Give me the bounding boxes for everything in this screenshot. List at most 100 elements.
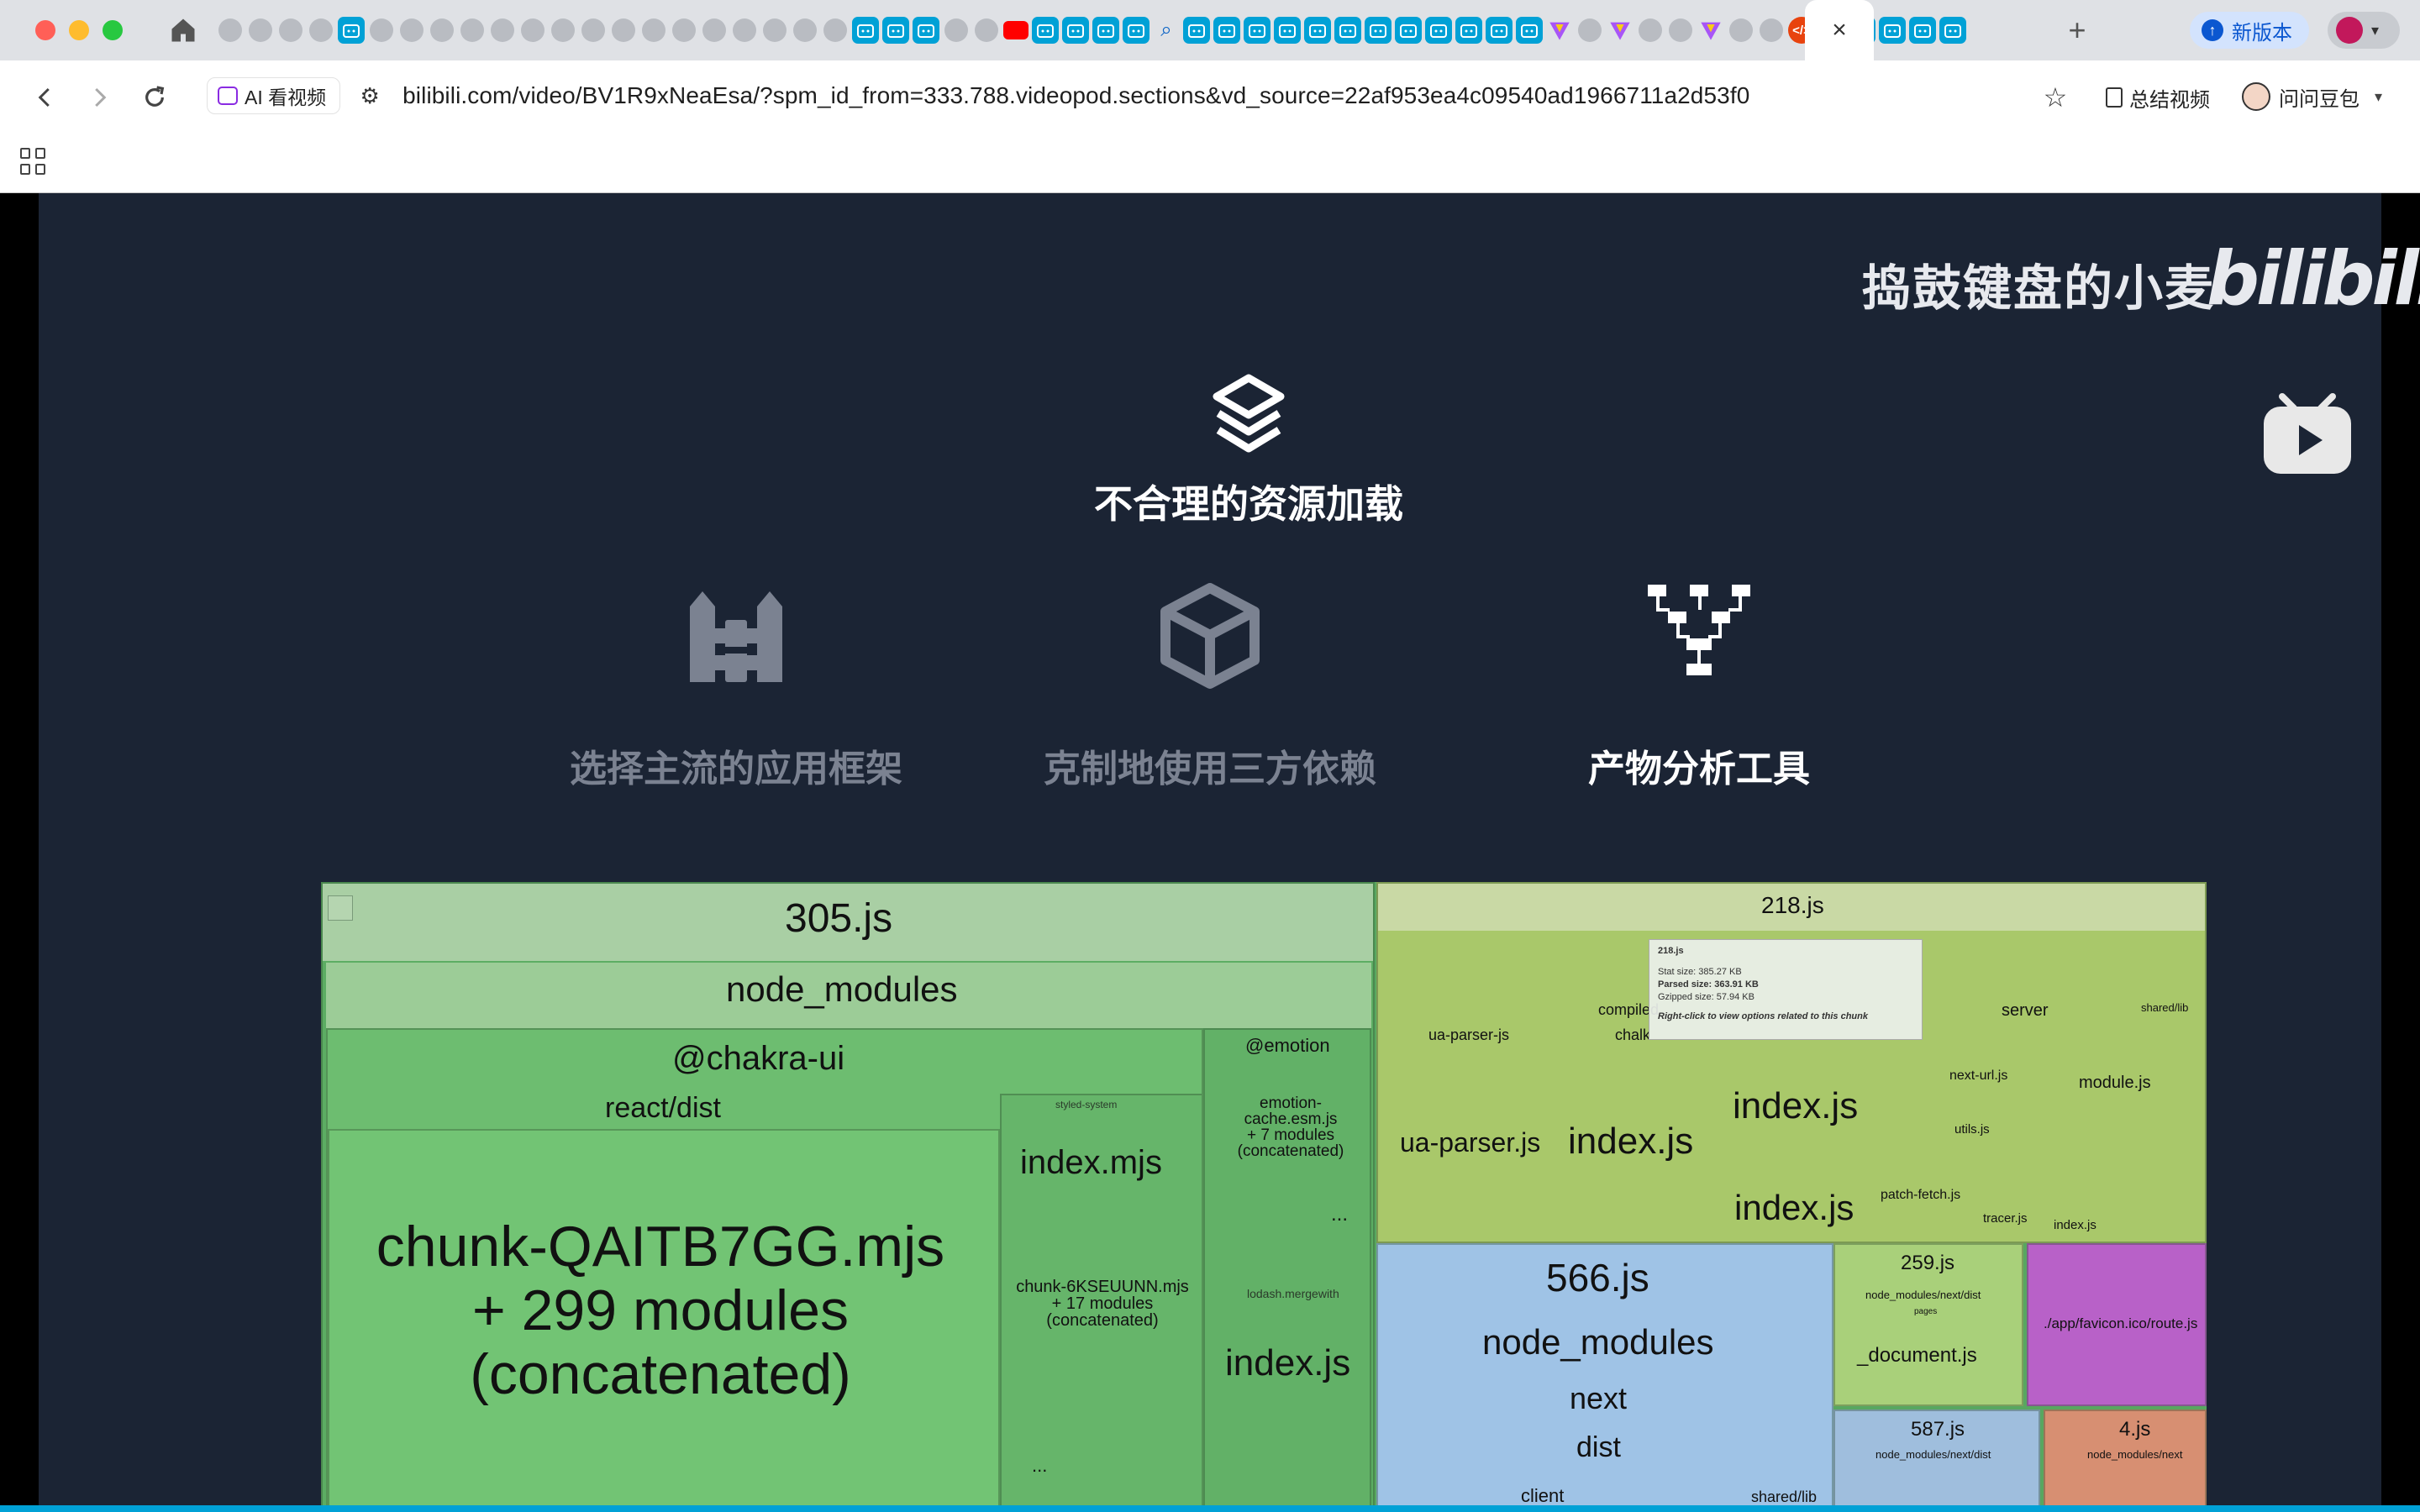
bilibili-tab-icon[interactable] [1516, 17, 1543, 44]
treemap-label: _document.js [1857, 1344, 1977, 1367]
treemap-label: server [2002, 1001, 2049, 1020]
treemap-label: chalk [1615, 1026, 1651, 1043]
bilibili-tab-icon[interactable] [1244, 17, 1270, 44]
bilibili-tab-icon[interactable] [1879, 17, 1906, 44]
globe-icon[interactable] [400, 18, 424, 42]
globe-icon[interactable] [1578, 18, 1602, 42]
globe-icon[interactable] [309, 18, 333, 42]
new-tab-button[interactable]: + [2060, 13, 2094, 47]
close-tab-icon[interactable]: × [1832, 16, 1847, 45]
bilibili-tab-icon[interactable] [1274, 17, 1301, 44]
tab-bar: ⌕ </> × + ↑ 新版本 ▾ [0, 0, 2420, 60]
forward-icon [95, 87, 107, 108]
tooltip-stat: Stat size: 385.27 KB [1658, 967, 1742, 977]
bookmark-star-icon[interactable]: ☆ [2040, 82, 2070, 113]
apps-grid-icon[interactable] [20, 148, 47, 175]
globe-icon[interactable] [763, 18, 786, 42]
treemap-label: module.js [2079, 1074, 2151, 1092]
profile-button[interactable]: ▾ [2328, 12, 2400, 49]
bilibili-play-icon[interactable] [2260, 393, 2354, 477]
video-player[interactable]: 捣鼓键盘的小麦 bilibili 不合理的资源加载 选择主流的应用框架 克制地使… [0, 193, 2420, 1512]
active-tab[interactable]: × [1805, 0, 1874, 60]
forward-button[interactable] [81, 79, 118, 116]
youtube-icon[interactable] [1003, 21, 1028, 39]
bilibili-tab-icon[interactable] [1183, 17, 1210, 44]
globe-icon[interactable] [551, 18, 575, 42]
globe-icon[interactable] [1729, 18, 1753, 42]
globe-icon[interactable] [733, 18, 756, 42]
zoom-window-button[interactable] [103, 20, 123, 40]
close-window-button[interactable] [35, 20, 55, 40]
search-icon[interactable]: ⌕ [1153, 17, 1180, 44]
summarize-video-button[interactable]: 总结视频 [2106, 81, 2210, 114]
globe-icon[interactable] [581, 18, 605, 42]
bilibili-tab-icon[interactable] [1455, 17, 1482, 44]
treemap-label: 218.js [1761, 892, 1824, 918]
globe-icon[interactable] [491, 18, 514, 42]
ai-watch-video-chip[interactable]: AI 看视频 [207, 77, 341, 114]
ask-doubao-button[interactable]: 问问豆包 ▾ [2242, 77, 2382, 116]
video-progress-bar[interactable] [0, 1505, 2420, 1512]
bilibili-tab-icon[interactable] [852, 17, 879, 44]
treemap-label-line: (concatenated) [470, 1342, 851, 1406]
treemap-label: index.js [1734, 1188, 1854, 1227]
bilibili-tab-icon[interactable] [882, 17, 909, 44]
globe-icon[interactable] [279, 18, 302, 42]
bilibili-tab-icon[interactable] [1092, 17, 1119, 44]
globe-icon[interactable] [521, 18, 544, 42]
globe-icon[interactable] [612, 18, 635, 42]
treemap-label: next [1570, 1381, 1628, 1415]
bilibili-tab-icon[interactable] [1425, 17, 1452, 44]
globe-icon[interactable] [370, 18, 393, 42]
bilibili-tab-icon[interactable] [1213, 17, 1240, 44]
treemap-label: ./app/favicon.ico/route.js [2044, 1315, 2198, 1331]
bilibili-tab-icon[interactable] [913, 17, 939, 44]
bilibili-tab-icon[interactable] [1123, 17, 1150, 44]
globe-icon[interactable] [672, 18, 696, 42]
home-button[interactable] [168, 15, 198, 45]
bilibili-tab-icon[interactable] [1304, 17, 1331, 44]
bilibili-tab-icon[interactable] [1365, 17, 1392, 44]
globe-icon[interactable] [218, 18, 242, 42]
vite-icon[interactable] [1546, 17, 1573, 44]
globe-icon[interactable] [1669, 18, 1692, 42]
treemap-label: 259.js [1901, 1252, 1955, 1274]
url-text[interactable]: bilibili.com/video/BV1R9xNeaEsa/?spm_id_… [402, 82, 1749, 109]
treemap-label: ua-parser.js [1400, 1127, 1541, 1158]
globe-icon[interactable] [430, 18, 454, 42]
vite-icon[interactable] [1607, 17, 1634, 44]
bilibili-tab-icon[interactable] [1032, 17, 1059, 44]
bilibili-tab-icon[interactable] [1334, 17, 1361, 44]
treemap-label: node_modules/next/dist [1865, 1289, 1981, 1301]
bilibili-tab-icon[interactable] [1486, 17, 1512, 44]
omnibox[interactable]: AI 看视频 ⚙ bilibili.com/video/BV1R9xNeaEsa… [200, 71, 2082, 121]
globe-icon[interactable] [249, 18, 272, 42]
globe-icon[interactable] [793, 18, 817, 42]
back-button[interactable] [27, 79, 64, 116]
pillar-dependencies: 克制地使用三方依赖 [975, 581, 1445, 792]
bilibili-tab-icon[interactable] [1939, 17, 1966, 44]
bilibili-tab-icon[interactable] [1395, 17, 1422, 44]
bilibili-tab-icon[interactable] [1062, 17, 1089, 44]
globe-icon[interactable] [975, 18, 998, 42]
site-settings-icon[interactable]: ⚙ [357, 83, 382, 108]
new-version-button[interactable]: ↑ 新版本 [2190, 12, 2309, 49]
chevron-down-icon[interactable]: ▾ [2375, 88, 2382, 106]
pillar-label: 克制地使用三方依赖 [1044, 748, 1376, 790]
bilibili-tab-icon[interactable] [1909, 17, 1936, 44]
treemap-label-line: emotion-cache.esm.js [1244, 1095, 1338, 1128]
globe-icon[interactable] [642, 18, 666, 42]
tooltip-gzip: Gzipped size: 57.94 KB [1658, 992, 1754, 1002]
pillar-label: 选择主流的应用框架 [570, 748, 902, 790]
globe-icon[interactable] [1760, 18, 1783, 42]
minimize-window-button[interactable] [69, 20, 89, 40]
globe-icon[interactable] [944, 18, 968, 42]
bilibili-tab-icon[interactable] [338, 17, 365, 44]
globe-icon[interactable] [702, 18, 726, 42]
treemap-label: 566.js [1546, 1256, 1649, 1299]
globe-icon[interactable] [1639, 18, 1662, 42]
globe-icon[interactable] [823, 18, 847, 42]
vite-icon[interactable] [1697, 17, 1724, 44]
reload-button[interactable] [136, 79, 173, 116]
globe-icon[interactable] [460, 18, 484, 42]
